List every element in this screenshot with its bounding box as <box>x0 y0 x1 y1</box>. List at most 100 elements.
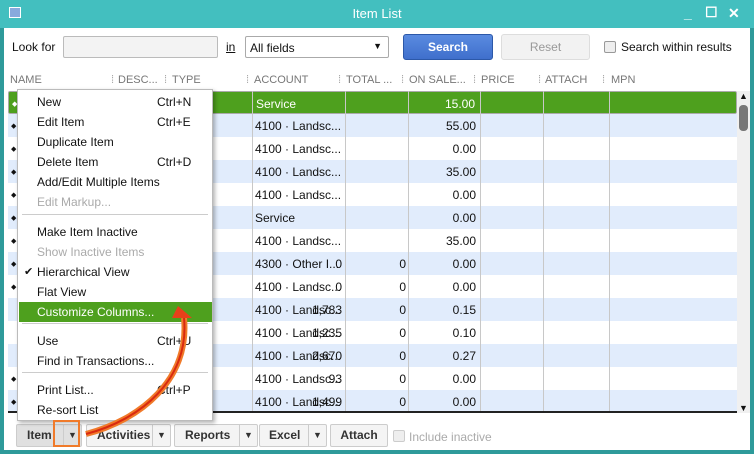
menu-item-label: Customize Columns... <box>37 305 155 319</box>
chevron-down-icon[interactable]: ▼ <box>152 425 170 446</box>
search-button[interactable]: Search <box>403 34 493 60</box>
item-menu-button[interactable]: Item ▼ <box>16 424 82 447</box>
scroll-down-icon[interactable]: ▼ <box>739 403 748 413</box>
menu-item-shortcut: Ctrl+E <box>157 115 191 129</box>
search-within-results-checkbox[interactable] <box>604 41 616 53</box>
maximize-icon[interactable]: ☐ <box>705 4 718 21</box>
checkmark-icon: ✔ <box>24 266 34 278</box>
price-cell: 0.00 <box>452 211 476 225</box>
menu-item-label: Hierarchical View <box>37 265 130 279</box>
menu-item-duplicate-item[interactable]: Duplicate Item <box>19 132 212 152</box>
menu-item-edit-item[interactable]: Edit Item Ctrl+E <box>19 112 212 132</box>
col-divider[interactable]: ⁞ <box>164 74 167 86</box>
price-cell: 15.00 <box>444 97 475 111</box>
window-title: Item List <box>352 6 402 21</box>
reset-button[interactable]: Reset <box>501 34 590 60</box>
close-icon[interactable]: ✕ <box>728 5 740 22</box>
on-sale-cell: 0 <box>399 280 406 294</box>
price-cell: 0.00 <box>452 257 476 271</box>
menu-item-customize-columns[interactable]: Customize Columns... <box>19 302 212 322</box>
account-cell: Service <box>255 211 296 225</box>
name-marker-icon: ◆ <box>11 169 17 176</box>
menu-item-flat-view[interactable]: Flat View <box>19 282 212 302</box>
name-marker-icon: ◆ <box>11 399 17 406</box>
menu-item-shortcut: Ctrl+D <box>157 155 192 169</box>
name-marker-icon: ◆ <box>11 238 17 245</box>
total-cell: 0 <box>335 280 342 294</box>
col-divider[interactable]: ⁞ <box>338 74 341 86</box>
field-select-value: All fields <box>250 41 295 55</box>
menu-item-hierarchical-view[interactable]: ✔ Hierarchical View <box>19 262 212 282</box>
name-marker-icon: ◆ <box>11 376 17 383</box>
field-select[interactable]: All fields ▼ <box>245 36 389 58</box>
col-name[interactable]: NAME <box>10 74 42 86</box>
col-account[interactable]: ACCOUNT <box>254 74 308 86</box>
total-cell: 1,499 <box>311 395 342 409</box>
vertical-scrollbar[interactable]: ▲ ▼ <box>737 91 750 413</box>
menu-item-label: Flat View <box>37 285 87 299</box>
reports-menu-button[interactable]: Reports ▼ <box>174 424 258 447</box>
look-for-input[interactable] <box>63 36 218 58</box>
include-inactive-checkbox[interactable] <box>393 430 405 442</box>
price-cell: 0.00 <box>452 188 476 202</box>
account-cell: 4100 · Landsc... <box>255 234 342 248</box>
chevron-down-icon[interactable]: ▼ <box>239 425 257 446</box>
excel-menu-button[interactable]: Excel ▼ <box>259 424 327 447</box>
menu-item-shortcut: Ctrl+P <box>157 383 191 397</box>
item-dropdown-arrow-icon[interactable]: ▼ <box>63 425 81 446</box>
price-cell: 0.27 <box>452 349 476 363</box>
in-label: in <box>226 40 236 54</box>
menu-item-make-item-inactive[interactable]: Make Item Inactive <box>19 222 212 242</box>
menu-item-label: Edit Item <box>37 115 85 129</box>
account-cell: 4100 · Landsc... <box>255 280 342 294</box>
attach-button[interactable]: Attach <box>330 424 388 447</box>
menu-separator <box>22 214 208 215</box>
name-marker-icon: ◆ <box>11 261 17 268</box>
scroll-thumb[interactable] <box>739 105 748 131</box>
menu-item-label: Show Inactive Items <box>37 245 145 259</box>
name-marker-icon: ◆ <box>11 284 17 291</box>
col-on-sale[interactable]: ON SALE... <box>409 74 466 86</box>
menu-item-use[interactable]: Use Ctrl+U <box>19 331 212 351</box>
on-sale-cell: 0 <box>399 257 406 271</box>
col-divider[interactable]: ⁞ <box>538 74 541 86</box>
menu-item-new[interactable]: New Ctrl+N <box>19 92 212 112</box>
menu-item-shortcut: Ctrl+N <box>157 95 192 109</box>
col-divider[interactable]: ⁞ <box>246 74 249 86</box>
total-cell: 93 <box>328 372 342 386</box>
total-cell: 2,670 <box>311 349 342 363</box>
col-divider[interactable]: ⁞ <box>401 74 404 86</box>
menu-item-print-list[interactable]: Print List... Ctrl+P <box>19 380 212 400</box>
minimize-icon[interactable]: _ <box>684 5 692 21</box>
col-desc[interactable]: DESC... <box>118 74 158 86</box>
title-bar[interactable]: Item List _ ☐ ✕ <box>0 0 754 28</box>
activities-menu-button[interactable]: Activities ▼ <box>86 424 171 447</box>
chevron-down-icon[interactable]: ▼ <box>308 425 326 446</box>
search-within-results-label: Search within results <box>621 40 732 54</box>
col-mpn[interactable]: MPN <box>611 74 635 86</box>
menu-item-label: New <box>37 95 62 109</box>
col-attach[interactable]: ATTACH <box>545 74 587 86</box>
menu-item-re-sort-list[interactable]: Re-sort List <box>19 400 212 420</box>
menu-item-edit-markup: Edit Markup... <box>19 192 212 212</box>
scroll-up-icon[interactable]: ▲ <box>739 91 748 101</box>
col-type[interactable]: TYPE <box>172 74 201 86</box>
col-divider[interactable]: ⁞ <box>473 74 476 86</box>
account-cell: 4100 · Landsc... <box>255 119 342 133</box>
name-marker-icon: ◆ <box>11 123 17 130</box>
col-divider[interactable]: ⁞ <box>602 74 605 86</box>
total-cell: 1,783 <box>311 303 342 317</box>
price-cell: 0.00 <box>452 280 476 294</box>
menu-item-add-edit-multiple-items[interactable]: Add/Edit Multiple Items <box>19 172 212 192</box>
col-total[interactable]: TOTAL ... <box>346 74 392 86</box>
menu-separator <box>22 372 208 373</box>
column-gridline <box>543 91 544 411</box>
col-divider[interactable]: ⁞ <box>111 74 114 86</box>
item-button-label: Item <box>27 428 52 442</box>
column-gridline <box>252 91 253 411</box>
menu-item-label: Make Item Inactive <box>37 225 138 239</box>
menu-item-find-in-transactions[interactable]: Find in Transactions... <box>19 351 212 371</box>
name-marker-icon: ◆ <box>11 146 17 153</box>
menu-item-delete-item[interactable]: Delete Item Ctrl+D <box>19 152 212 172</box>
col-price[interactable]: PRICE <box>481 74 515 86</box>
